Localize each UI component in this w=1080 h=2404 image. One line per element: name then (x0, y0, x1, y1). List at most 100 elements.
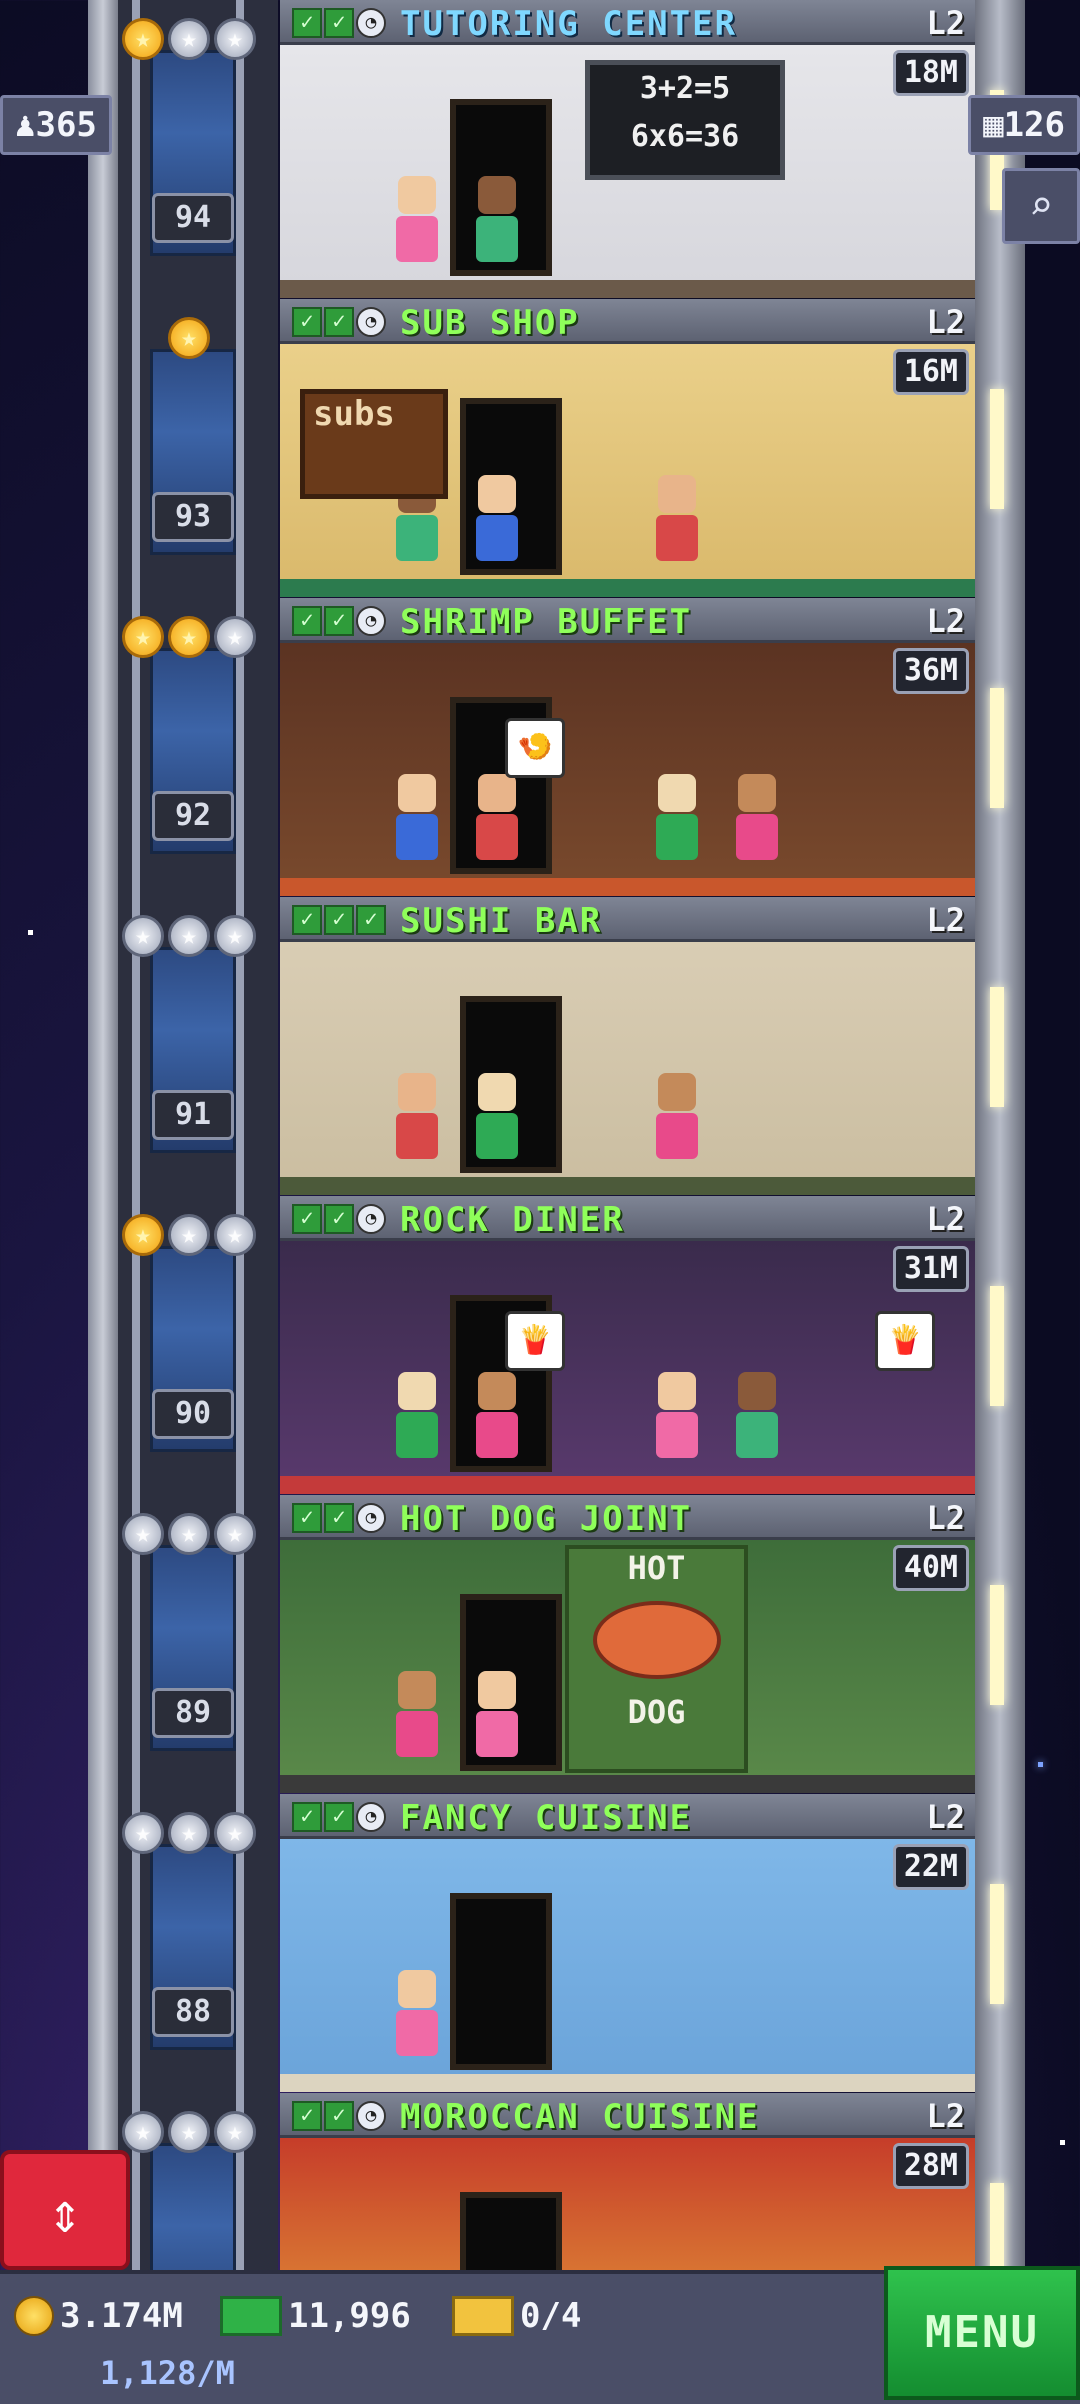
floor-name: ROCK DINER (400, 1200, 625, 1240)
floor-name: FANCY CUISINE (400, 1798, 693, 1838)
empty-star-slot (214, 317, 256, 359)
floor-level: L2 (926, 602, 965, 640)
floor-level: L2 (926, 4, 965, 42)
menu-button[interactable]: MENU (884, 2266, 1080, 2400)
bitizen[interactable] (390, 1970, 444, 2070)
check-icon: ✓ (292, 1204, 322, 1234)
bitizen[interactable] (470, 774, 524, 874)
bux-display[interactable]: 11,996 (220, 2296, 411, 2336)
check-icon: ✓ (292, 2101, 322, 2131)
floor-header: ✓ ✓ ✓ SUSHI BAR L2 (280, 897, 975, 942)
tickets-display[interactable]: 0/4 (452, 2296, 581, 2336)
pillar-light (990, 688, 1004, 808)
check-icon: ✓ (324, 905, 354, 935)
bitizen[interactable] (470, 1372, 524, 1472)
floor-strip (280, 2074, 975, 2092)
elevator-toggle-button[interactable]: ⇕ (0, 2150, 130, 2270)
clock-icon: ◔ (356, 8, 386, 38)
floor-number-label: 91 (152, 1090, 234, 1140)
floor-fancy-cuisine[interactable]: ✓ ✓ ◔ FANCY CUISINE L2 22M (280, 1794, 975, 2092)
floor-earnings: 28M (892, 2143, 969, 2189)
bitizen[interactable] (390, 1073, 444, 1173)
floor-rock-diner[interactable]: 🍟 🍟 ✓ ✓ ◔ ROCK DINER L2 31M (280, 1196, 975, 1494)
check-icon: ✓ (292, 905, 322, 935)
hot-dog-sign: HOT DOG (565, 1545, 748, 1773)
floor-scene (280, 1839, 975, 2092)
floor-strip (280, 1476, 975, 1494)
silver-star-icon (122, 2111, 164, 2153)
floor-header: ✓ ✓ ◔ MOROCCAN CUISINE L2 (280, 2093, 975, 2138)
bitizen[interactable] (730, 774, 784, 874)
sign-line: DOG (627, 1693, 686, 1731)
check-icon: ✓ (324, 606, 354, 636)
population-badge[interactable]: ♟365 (0, 95, 112, 155)
vip-ticket-icon (452, 2296, 514, 2336)
floor-level: L2 (926, 1798, 965, 1836)
floor-count: 126 (1003, 105, 1065, 145)
floor-count-badge[interactable]: ▦126 (968, 95, 1080, 155)
floor-tutoring-center[interactable]: 3+2=5 6x6=36 ✓ ✓ ◔ TUTORING CENTER L2 18M (280, 0, 975, 298)
bitizen[interactable] (470, 176, 524, 276)
bitizen[interactable] (650, 475, 704, 575)
bitizen[interactable] (470, 1073, 524, 1173)
bitizen[interactable] (390, 1372, 444, 1472)
silver-star-icon (122, 915, 164, 957)
person-icon: ♟ (15, 105, 36, 145)
floor-shrimp-buffet[interactable]: 🍤 ✓ ✓ ◔ SHRIMP BUFFET L2 36M (280, 598, 975, 896)
fries-request-bubble[interactable]: 🍟 (505, 1311, 565, 1371)
floor-name: TUTORING CENTER (400, 4, 738, 44)
floor-scene (280, 643, 975, 896)
silver-star-icon (168, 18, 210, 60)
bitizen[interactable] (390, 176, 444, 276)
check-icon: ✓ (292, 1503, 322, 1533)
sign-line: HOT (627, 1549, 686, 1587)
coins-value: 3.174M (60, 2296, 183, 2336)
floor-level: L2 (926, 901, 965, 939)
floor-hot-dog-joint[interactable]: HOT DOG ✓ ✓ ◔ HOT DOG JOINT L2 40M (280, 1495, 975, 1793)
floor-scene (280, 942, 975, 1195)
gold-star-icon (122, 1214, 164, 1256)
coin-rate: 1,128/M (100, 2354, 235, 2392)
silver-star-icon (168, 915, 210, 957)
bitizen[interactable] (650, 774, 704, 874)
floor-stars (122, 317, 256, 359)
fries-request-bubble[interactable]: 🍟 (875, 1311, 935, 1371)
silver-star-icon (214, 616, 256, 658)
coins-display[interactable]: 3.174M (14, 2296, 183, 2336)
zoom-button[interactable]: ⌕ (1002, 168, 1080, 244)
bitizen[interactable] (470, 475, 524, 575)
silver-star-icon (214, 1214, 256, 1256)
pillar-light (990, 987, 1004, 1107)
subs-menu-sign: subs (300, 389, 448, 499)
bitizen[interactable] (730, 1372, 784, 1472)
bitizen[interactable] (390, 774, 444, 874)
floor-name: SUSHI BAR (400, 901, 603, 941)
bitizen[interactable] (470, 1671, 524, 1771)
floor-number-label: 90 (152, 1389, 234, 1439)
floor-number-label: 89 (152, 1688, 234, 1738)
floor-stars (122, 2111, 256, 2153)
check-icon: ✓ (292, 8, 322, 38)
bitizen[interactable] (390, 1671, 444, 1771)
floor-header: ✓ ✓ ◔ TUTORING CENTER L2 (280, 0, 975, 45)
floor-number-label: 88 (152, 1987, 234, 2037)
floor-stars (122, 1513, 256, 1555)
check-icon: ✓ (292, 606, 322, 636)
check-icon: ✓ (324, 307, 354, 337)
gold-star-icon (168, 616, 210, 658)
shrimp-request-bubble[interactable]: 🍤 (505, 718, 565, 778)
floor-level: L2 (926, 1200, 965, 1238)
gold-star-icon (122, 18, 164, 60)
bitizen[interactable] (650, 1372, 704, 1472)
floor-name: SUB SHOP (400, 303, 580, 343)
silver-star-icon (168, 1214, 210, 1256)
floor-level: L2 (926, 303, 965, 341)
floor-name: SHRIMP BUFFET (400, 602, 693, 642)
floor-strip (280, 878, 975, 896)
bitizen[interactable] (650, 1073, 704, 1173)
check-icon: ✓ (324, 8, 354, 38)
magnifier-icon: ⌕ (1028, 183, 1054, 229)
floor-sushi-bar[interactable]: ✓ ✓ ✓ SUSHI BAR L2 (280, 897, 975, 1195)
check-icon: ✓ (324, 2101, 354, 2131)
floor-sub-shop[interactable]: subs ✓ ✓ ◔ SUB SHOP L2 16M (280, 299, 975, 597)
